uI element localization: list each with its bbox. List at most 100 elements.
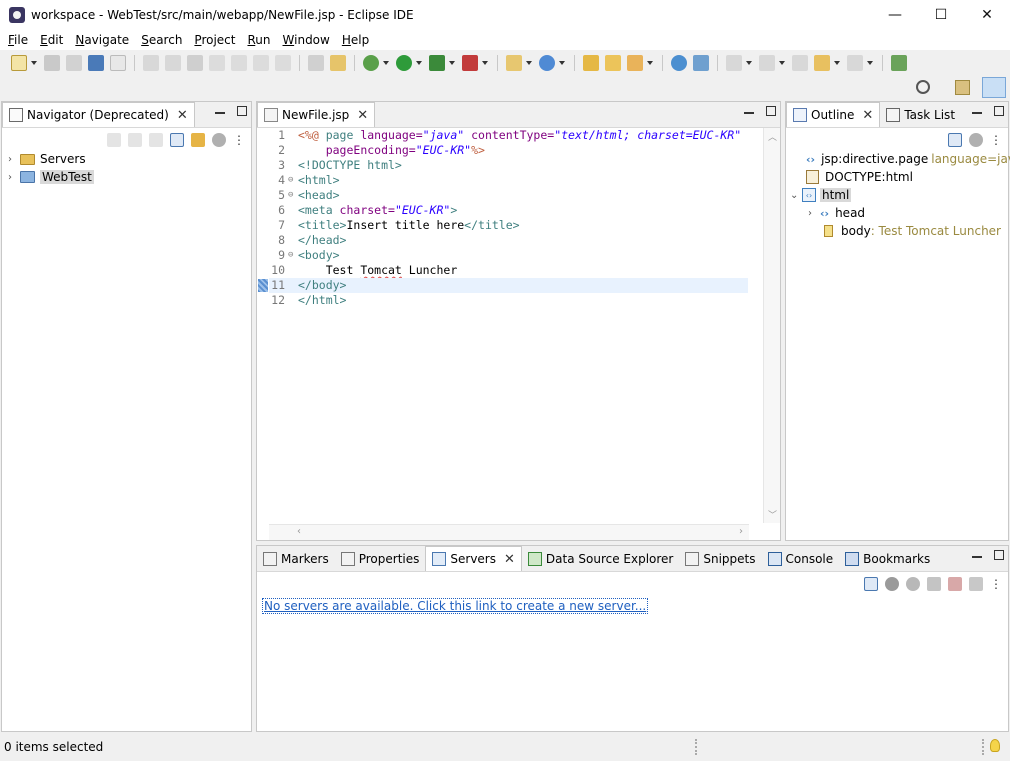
external-tools-dropdown-icon[interactable] bbox=[482, 61, 488, 65]
view-menu-icon[interactable]: ⋮ bbox=[990, 577, 1002, 591]
menu-file[interactable]: File bbox=[2, 33, 34, 47]
chevron-right-icon[interactable]: › bbox=[8, 154, 20, 165]
chevron-right-icon[interactable]: › bbox=[808, 208, 820, 219]
code-line[interactable]: 9 ⊖ <body> bbox=[269, 248, 749, 263]
filters-icon[interactable] bbox=[212, 133, 226, 147]
up-icon[interactable] bbox=[149, 133, 163, 147]
forward-dropdown-icon[interactable] bbox=[867, 61, 873, 65]
open-type-icon[interactable] bbox=[583, 55, 599, 71]
view-menu-icon[interactable]: ⋮ bbox=[990, 133, 1002, 147]
fold-toggle-icon[interactable]: ⊖ bbox=[288, 188, 296, 203]
minimize-button[interactable]: — bbox=[872, 0, 918, 30]
run-dropdown-icon[interactable] bbox=[416, 61, 422, 65]
profile-server-icon[interactable] bbox=[927, 577, 941, 591]
fold-toggle-icon[interactable]: ⊖ bbox=[288, 173, 296, 188]
forward-icon[interactable] bbox=[847, 55, 863, 71]
tree-item-servers[interactable]: › Servers bbox=[8, 150, 94, 168]
scroll-up-icon[interactable]: ︿ bbox=[768, 130, 777, 143]
save-icon[interactable] bbox=[44, 55, 60, 71]
maximize-button[interactable]: ☐ bbox=[918, 0, 964, 30]
annotation-icon[interactable] bbox=[693, 55, 709, 71]
open-perspective-icon[interactable] bbox=[955, 80, 970, 95]
code-line[interactable]: 7 <title> Insert title here </title> bbox=[269, 218, 749, 233]
outline-item-doctype[interactable]: DOCTYPE:html bbox=[786, 168, 1008, 186]
scroll-right-icon[interactable]: › bbox=[739, 526, 743, 537]
pin-editor-icon[interactable] bbox=[891, 55, 907, 71]
menu-window[interactable]: Window bbox=[277, 33, 336, 47]
menu-search[interactable]: Search bbox=[135, 33, 188, 47]
tab-snippets[interactable]: Snippets bbox=[679, 547, 761, 571]
use-step-filters-icon[interactable] bbox=[308, 55, 324, 71]
outline-item-body[interactable]: body : Test Tomcat Luncher bbox=[786, 222, 1008, 240]
step-into-icon[interactable] bbox=[231, 55, 247, 71]
code-line[interactable]: 3 <!DOCTYPE html> bbox=[269, 158, 749, 173]
collapse-all-icon[interactable] bbox=[864, 577, 878, 591]
search-tools-icon[interactable] bbox=[627, 55, 643, 71]
run-icon[interactable] bbox=[396, 55, 412, 71]
maximize-view-icon[interactable] bbox=[237, 106, 247, 116]
start-server-icon[interactable] bbox=[906, 577, 920, 591]
menu-project[interactable]: Project bbox=[188, 33, 241, 47]
lightbulb-icon[interactable] bbox=[990, 739, 1000, 752]
new-dropdown-icon[interactable] bbox=[31, 61, 37, 65]
terminal-icon[interactable] bbox=[88, 55, 104, 71]
coverage-icon[interactable] bbox=[429, 55, 445, 71]
debug-dropdown-icon[interactable] bbox=[383, 61, 389, 65]
collapse-all-icon[interactable] bbox=[948, 133, 962, 147]
code-line[interactable]: 10 Test Tomcat Luncher bbox=[269, 263, 749, 278]
close-icon[interactable]: ✕ bbox=[177, 108, 188, 123]
new-class-dropdown-icon[interactable] bbox=[559, 61, 565, 65]
next-annotation-dropdown-icon[interactable] bbox=[746, 61, 752, 65]
create-server-link[interactable]: No servers are available. Click this lin… bbox=[262, 598, 649, 614]
close-icon[interactable]: ✕ bbox=[357, 108, 368, 123]
minimize-view-icon[interactable] bbox=[972, 112, 982, 114]
filters-icon[interactable] bbox=[969, 133, 983, 147]
tab-servers[interactable]: Servers ✕ bbox=[425, 546, 522, 571]
tab-properties[interactable]: Properties bbox=[335, 547, 426, 571]
vertical-scrollbar[interactable]: ︿ ﹀ bbox=[763, 128, 780, 523]
menu-edit[interactable]: Edit bbox=[34, 33, 69, 47]
new-icon[interactable] bbox=[11, 55, 27, 71]
horizontal-scrollbar[interactable]: ‹ › bbox=[269, 524, 749, 540]
tab-navigator[interactable]: Navigator (Deprecated) ✕ bbox=[2, 102, 195, 127]
java-ee-perspective-icon[interactable] bbox=[982, 77, 1006, 98]
tab-markers[interactable]: Markers bbox=[257, 547, 335, 571]
view-menu-icon[interactable]: ⋮ bbox=[233, 133, 245, 147]
skip-breakpoints-icon[interactable] bbox=[110, 55, 126, 71]
code-line-current[interactable]: 11 </body> bbox=[258, 278, 748, 293]
disconnect-icon[interactable] bbox=[209, 55, 225, 71]
globe-icon[interactable] bbox=[671, 55, 687, 71]
step-return-icon[interactable] bbox=[275, 55, 291, 71]
tab-console[interactable]: Console bbox=[762, 547, 840, 571]
collapse-all-icon[interactable] bbox=[170, 133, 184, 147]
code-line[interactable]: 2 pageEncoding= "EUC-KR" %> bbox=[269, 143, 749, 158]
maximize-view-icon[interactable] bbox=[994, 550, 1004, 560]
tab-bookmarks[interactable]: Bookmarks bbox=[839, 547, 936, 571]
minimize-view-icon[interactable] bbox=[744, 112, 754, 114]
stop-server-icon[interactable] bbox=[948, 577, 962, 591]
back-dropdown-icon[interactable] bbox=[834, 61, 840, 65]
code-line[interactable]: 5 ⊖ <head> bbox=[269, 188, 749, 203]
code-line[interactable]: 12 </html> bbox=[269, 293, 749, 308]
previous-annotation-icon[interactable] bbox=[759, 55, 775, 71]
save-all-icon[interactable] bbox=[66, 55, 82, 71]
tree-item-webtest[interactable]: › WebTest bbox=[8, 168, 94, 186]
code-editor[interactable]: 1 <%@ page language= "java" contentType= "t… bbox=[258, 128, 749, 523]
search-dropdown-icon[interactable] bbox=[647, 61, 653, 65]
back-icon[interactable] bbox=[814, 55, 830, 71]
close-button[interactable]: ✕ bbox=[964, 0, 1010, 30]
link-with-editor-icon[interactable] bbox=[191, 133, 205, 147]
code-line[interactable]: 8 </head> bbox=[269, 233, 749, 248]
maximize-view-icon[interactable] bbox=[994, 106, 1004, 116]
close-icon[interactable]: ✕ bbox=[862, 108, 873, 123]
fold-toggle-icon[interactable]: ⊖ bbox=[288, 248, 296, 263]
suspend-icon[interactable] bbox=[165, 55, 181, 71]
menu-help[interactable]: Help bbox=[336, 33, 375, 47]
code-line[interactable]: 1 <%@ page language= "java" contentType= "t… bbox=[269, 128, 749, 143]
open-web-browser-icon[interactable] bbox=[330, 55, 346, 71]
scroll-down-icon[interactable]: ﹀ bbox=[768, 508, 777, 521]
outline-item-head[interactable]: › ‹› head bbox=[786, 204, 1008, 222]
previous-annotation-dropdown-icon[interactable] bbox=[779, 61, 785, 65]
code-line[interactable]: 4 ⊖ <html> bbox=[269, 173, 749, 188]
tab-data-source-explorer[interactable]: Data Source Explorer bbox=[522, 547, 679, 571]
